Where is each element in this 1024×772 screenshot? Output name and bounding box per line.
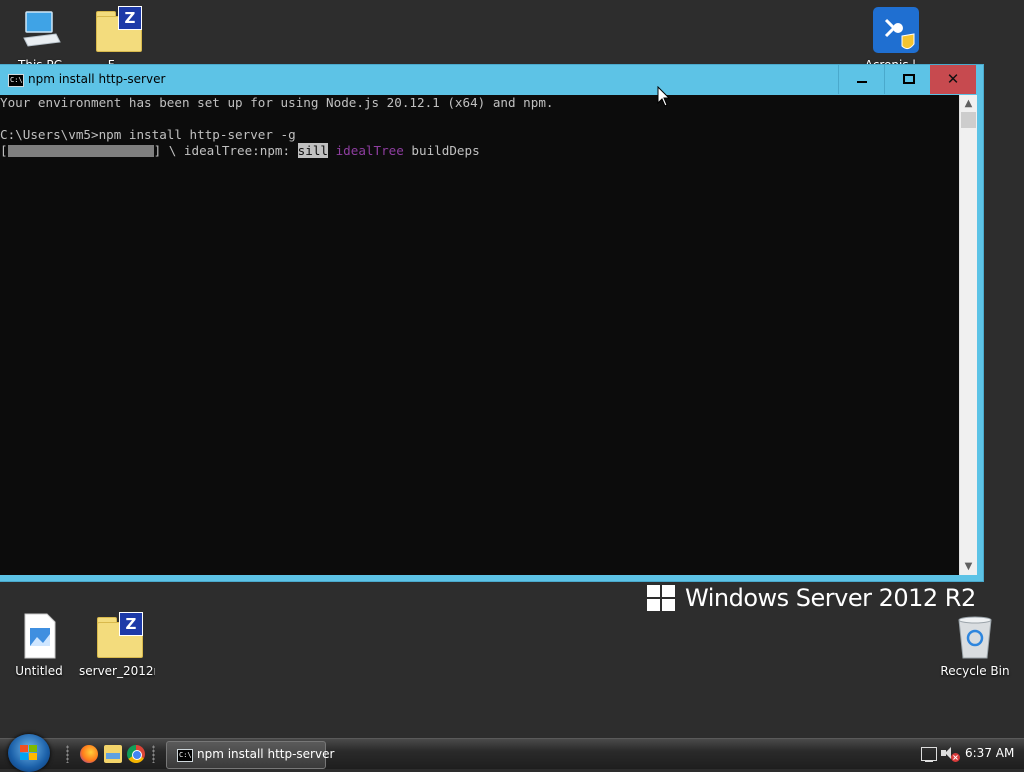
progress-status: ] \ idealTree:npm: — [153, 143, 298, 158]
close-button[interactable]: ✕ — [930, 65, 976, 94]
clock[interactable]: 6:37 AM — [965, 746, 1014, 760]
log-level-sill: sill — [297, 143, 328, 158]
console-line: Your environment has been set up for usi… — [0, 95, 554, 110]
start-button[interactable] — [8, 734, 50, 772]
recycle-bin-icon-tile[interactable]: Recycle Bin — [937, 612, 1013, 678]
chrome-icon[interactable] — [127, 745, 145, 763]
image-file-icon — [15, 612, 63, 660]
maximize-button[interactable] — [884, 65, 931, 94]
minimize-icon — [857, 81, 867, 83]
firefox-icon[interactable] — [80, 745, 98, 763]
network-icon[interactable] — [921, 747, 937, 762]
vertical-scrollbar[interactable]: ▲ ▼ — [959, 95, 977, 575]
windows-flag-icon — [20, 745, 38, 761]
shield-app-icon — [872, 6, 920, 54]
maximize-icon — [903, 74, 915, 84]
untitled-label: Untitled — [15, 664, 63, 678]
app-top-right-icon-tile[interactable]: Acronis l... — [858, 6, 934, 68]
volume-muted-icon[interactable]: × — [941, 747, 960, 762]
window-title: npm install http-server — [28, 72, 166, 86]
watermark-text: Windows Server 2012 R2 — [685, 584, 976, 612]
mouse-cursor-icon — [657, 86, 671, 107]
progress-bar — [7, 145, 154, 157]
window-titlebar[interactable]: C:\ npm install http-server ✕ — [0, 65, 983, 94]
taskbar-grip[interactable] — [152, 745, 155, 763]
console-output[interactable]: Your environment has been set up for usi… — [0, 95, 959, 575]
scroll-up-icon[interactable]: ▲ — [960, 95, 977, 112]
console-line: C:\Users\vm5>npm install http-server -g — [0, 127, 296, 142]
cmd-icon[interactable]: C:\ — [8, 74, 24, 87]
monitor-icon — [16, 6, 64, 54]
system-tray: × 6:37 AM — [915, 739, 1024, 769]
recycle-bin-label: Recycle Bin — [940, 664, 1010, 678]
untitled-icon-tile[interactable]: Untitled — [1, 612, 77, 678]
close-icon: ✕ — [946, 70, 960, 88]
this-pc-icon-tile[interactable]: This PC — [2, 6, 78, 68]
file-explorer-icon[interactable] — [104, 745, 122, 763]
progress-tail: buildDeps — [403, 143, 480, 158]
cmd-icon: C:\ — [177, 749, 193, 762]
recycle-bin-icon — [951, 612, 999, 660]
progress-open: [ — [0, 143, 8, 158]
log-prefix-idealtree: idealTree — [335, 143, 404, 158]
scroll-thumb[interactable] — [961, 112, 976, 128]
taskbar-item-label: npm install http-server — [197, 747, 335, 761]
zip-badge: Z — [119, 612, 143, 636]
zip-folder-icon: Z — [93, 612, 143, 660]
folder-top-icon-tile[interactable]: Z F... — [78, 6, 154, 68]
taskbar: C:\ npm install http-server × 6:37 AM — [0, 734, 1024, 772]
taskbar-grip[interactable] — [66, 745, 69, 763]
desktop: This PC Z F... Acronis l... Untitled Z s… — [0, 0, 1024, 738]
windows-logo-icon — [647, 585, 677, 613]
scroll-down-icon[interactable]: ▼ — [960, 558, 977, 575]
server-2012r2-label: server_2012r2 — [79, 664, 155, 678]
console-progress-line: [ ] \ idealTree:npm: sill idealTree build… — [0, 143, 959, 159]
zip-badge: Z — [118, 6, 142, 30]
zip-folder-icon: Z — [92, 6, 142, 54]
console-window[interactable]: C:\ npm install http-server ✕ Your envir… — [0, 65, 983, 581]
server-2012r2-icon-tile[interactable]: Z server_2012r2 — [79, 612, 155, 678]
minimize-button[interactable] — [838, 65, 885, 94]
taskbar-item-console[interactable]: C:\ npm install http-server — [166, 741, 334, 769]
